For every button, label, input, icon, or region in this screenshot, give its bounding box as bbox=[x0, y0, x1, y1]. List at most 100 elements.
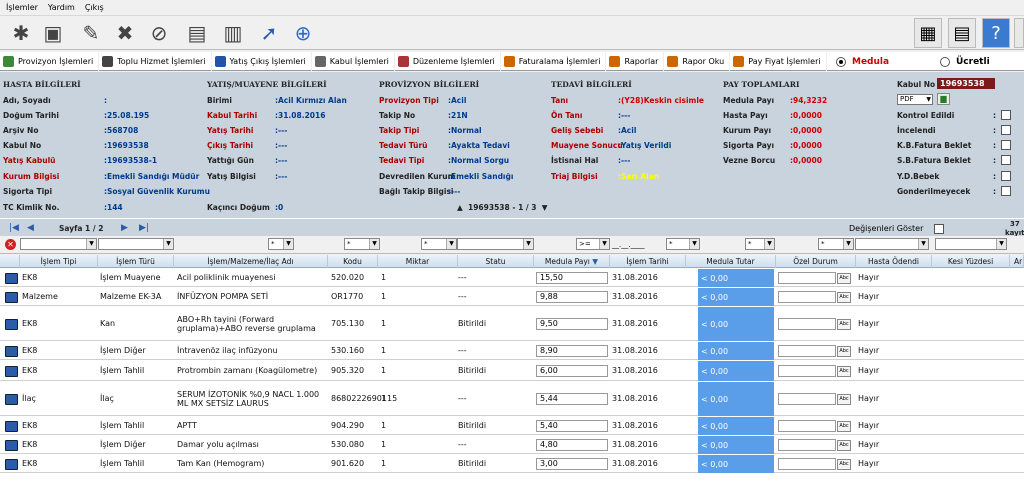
filter-statu[interactable]: ▼ bbox=[457, 238, 534, 250]
filter-tarih[interactable]: __.__.____ bbox=[612, 240, 644, 250]
medula-payi-input[interactable]: 9,88 bbox=[536, 291, 608, 303]
new-icon[interactable]: ✱ bbox=[6, 18, 36, 48]
clear-filter-icon[interactable]: ✕ bbox=[5, 239, 16, 250]
medula-payi-input[interactable]: 4,80 bbox=[536, 439, 608, 451]
col-statu[interactable]: Statu bbox=[458, 255, 534, 268]
ozel-durum-input[interactable] bbox=[778, 439, 836, 451]
table-row[interactable]: EK8 İşlem Tahlil Tam Kan (Hemogram) 901.620… bbox=[0, 455, 1024, 473]
table-row[interactable]: EK8 İşlem Diğer Damar yolu açılması 530.080… bbox=[0, 436, 1024, 454]
col-kodu[interactable]: Kodu bbox=[328, 255, 378, 268]
filter-islem-tipi[interactable]: ▼ bbox=[20, 238, 97, 250]
row-edit-icon[interactable] bbox=[5, 273, 18, 284]
kb-fatura-beklet-checkbox[interactable] bbox=[1001, 140, 1011, 150]
filter-hasta-odendi[interactable]: ▼ bbox=[855, 238, 929, 250]
col-miktar[interactable]: Miktar bbox=[378, 255, 458, 268]
row-edit-icon[interactable] bbox=[5, 440, 18, 451]
abc-icon[interactable]: Abc bbox=[837, 440, 851, 451]
col-islem-adi[interactable]: İşlem/Malzeme/İlaç Adı bbox=[174, 255, 328, 268]
col-hasta-odendi[interactable]: Hasta Ödendi bbox=[856, 255, 932, 268]
tab-faturalama[interactable]: Faturalama İşlemleri bbox=[501, 51, 607, 71]
ozel-durum-input[interactable] bbox=[778, 393, 836, 405]
abc-icon[interactable]: Abc bbox=[837, 292, 851, 303]
pdf-select[interactable]: PDF ▼ bbox=[897, 94, 933, 105]
col-medula-payi[interactable]: Medula Payı ▼ bbox=[534, 255, 610, 268]
tab-pay-fiyat[interactable]: Pay Fiyat İşlemleri bbox=[730, 51, 827, 71]
table-row[interactable]: EK8 İşlem Tahlil Protrombin zamanı (Koagül… bbox=[0, 361, 1024, 381]
abc-icon[interactable]: Abc bbox=[837, 394, 851, 405]
medula-payi-input[interactable]: 8,90 bbox=[536, 345, 608, 357]
kontrol-edildi-checkbox[interactable] bbox=[1001, 110, 1011, 120]
cancel-icon[interactable]: ⊘ bbox=[144, 18, 174, 48]
ozel-durum-input[interactable] bbox=[778, 291, 836, 303]
abc-icon[interactable]: Abc bbox=[837, 459, 851, 470]
medula-payi-input[interactable]: 5,40 bbox=[536, 420, 608, 432]
next-page-icon[interactable]: ▶ bbox=[121, 223, 128, 233]
abc-icon[interactable]: Abc bbox=[837, 319, 851, 330]
ozel-durum-input[interactable] bbox=[778, 318, 836, 330]
tab-provizyon[interactable]: Provizyon İşlemleri bbox=[0, 51, 100, 71]
col-ar[interactable]: Ar bbox=[1010, 255, 1024, 268]
tab-toplu-hizmet[interactable]: Toplu Hizmet İşlemleri bbox=[99, 51, 212, 71]
medula-payi-input[interactable]: 5,44 bbox=[536, 393, 608, 405]
filter-kesi[interactable]: ▼ bbox=[935, 238, 1007, 250]
table-row[interactable]: EK8 İşlem Tahlil APTT 904.290 1 Bitirildi 5,40… bbox=[0, 417, 1024, 435]
col-islem-tarihi[interactable]: İşlem Tarihi bbox=[610, 255, 686, 268]
save-icon[interactable]: ▣ bbox=[38, 18, 68, 48]
row-edit-icon[interactable] bbox=[5, 421, 18, 432]
row-edit-icon[interactable] bbox=[5, 292, 18, 303]
menu-yardim[interactable]: Yardım bbox=[48, 3, 75, 12]
medula-payi-input[interactable]: 6,00 bbox=[536, 365, 608, 377]
help-icon[interactable]: ? bbox=[982, 18, 1010, 48]
calculator-icon[interactable]: ▦ bbox=[914, 18, 942, 48]
col-ozel-durum[interactable]: Özel Durum bbox=[776, 255, 856, 268]
filter-statu-op[interactable]: * ▼ bbox=[421, 238, 457, 250]
last-page-icon[interactable]: ▶| bbox=[139, 223, 149, 233]
ozel-durum-input[interactable] bbox=[778, 345, 836, 357]
table-row[interactable]: EK8 İşlem Muayene Acil poliklinik muayenes… bbox=[0, 269, 1024, 287]
filter-tarih-op[interactable]: >= ▼ bbox=[576, 238, 610, 250]
table-row[interactable]: EK8 İşlem Diğer İntravenöz ilaç infüzyonu 5… bbox=[0, 342, 1024, 360]
tab-raporlar[interactable]: Raporlar bbox=[606, 51, 665, 71]
takip-navigator[interactable]: ▲ 19693538 - 1 / 3 ▼ bbox=[457, 203, 547, 213]
abc-icon[interactable]: Abc bbox=[837, 421, 851, 432]
table-row[interactable]: İlaç İlaç SERUM İZOTONİK %0,9 NACL 1.000 M… bbox=[0, 382, 1024, 416]
row-edit-icon[interactable] bbox=[5, 346, 18, 357]
chart-icon[interactable]: ▆ bbox=[937, 93, 950, 105]
tab-duzenleme[interactable]: Düzenleme İşlemleri bbox=[395, 51, 501, 71]
ozel-durum-input[interactable] bbox=[778, 420, 836, 432]
col-medula-tutar[interactable]: Medula Tutar bbox=[686, 255, 776, 268]
first-page-icon[interactable]: |◀ bbox=[9, 223, 19, 233]
kabul-no-field[interactable]: 19693538 bbox=[937, 78, 995, 89]
table-row[interactable]: Malzeme Malzeme EK-3A İNFÜZYON POMPA SETİ O… bbox=[0, 288, 1024, 306]
exit-icon[interactable] bbox=[1014, 18, 1024, 48]
row-edit-icon[interactable] bbox=[5, 366, 18, 377]
medula-payi-input[interactable]: 15,50 bbox=[536, 272, 608, 284]
degisenleri-goster-checkbox[interactable] bbox=[934, 224, 944, 234]
filter-tutar-op[interactable]: * ▼ bbox=[666, 238, 700, 250]
filter-islem-turu[interactable]: ▼ bbox=[98, 238, 174, 250]
ozel-durum-input[interactable] bbox=[778, 365, 836, 377]
arrow-icon[interactable]: ➚ bbox=[254, 18, 284, 48]
row-edit-icon[interactable] bbox=[5, 459, 18, 470]
gonderilmeyecek-checkbox[interactable] bbox=[1001, 186, 1011, 196]
abc-icon[interactable]: Abc bbox=[837, 273, 851, 284]
incelendi-checkbox[interactable] bbox=[1001, 125, 1011, 135]
filter-kodu-op[interactable]: * ▼ bbox=[268, 238, 294, 250]
tab-yatis-cikis[interactable]: Yatış Çıkış İşlemleri bbox=[212, 51, 312, 71]
medula-radio[interactable]: Medula bbox=[836, 52, 889, 71]
medula-payi-input[interactable]: 3,00 bbox=[536, 458, 608, 470]
delete-icon[interactable]: ✖ bbox=[110, 18, 140, 48]
menu-islemler[interactable]: İşlemler bbox=[6, 3, 38, 12]
ucretli-radio[interactable]: Ücretli bbox=[940, 52, 990, 71]
medula-payi-input[interactable]: 9,50 bbox=[536, 318, 608, 330]
lock-document-icon[interactable]: ▥ bbox=[218, 18, 248, 48]
filter-miktar-op[interactable]: * ▼ bbox=[344, 238, 380, 250]
tab-kabul[interactable]: Kabul İşlemleri bbox=[312, 51, 395, 71]
row-edit-icon[interactable] bbox=[5, 394, 18, 405]
table-row[interactable]: EK8 Kan ABO+Rh tayini (Forward gruplama)+A… bbox=[0, 307, 1024, 341]
sb-fatura-beklet-checkbox[interactable] bbox=[1001, 155, 1011, 165]
ozel-durum-input[interactable] bbox=[778, 458, 836, 470]
col-islem-tipi[interactable]: İşlem Tipi bbox=[20, 255, 98, 268]
document-edit-icon[interactable]: ▤ bbox=[182, 18, 212, 48]
filter-ozel-op[interactable]: * ▼ bbox=[745, 238, 775, 250]
